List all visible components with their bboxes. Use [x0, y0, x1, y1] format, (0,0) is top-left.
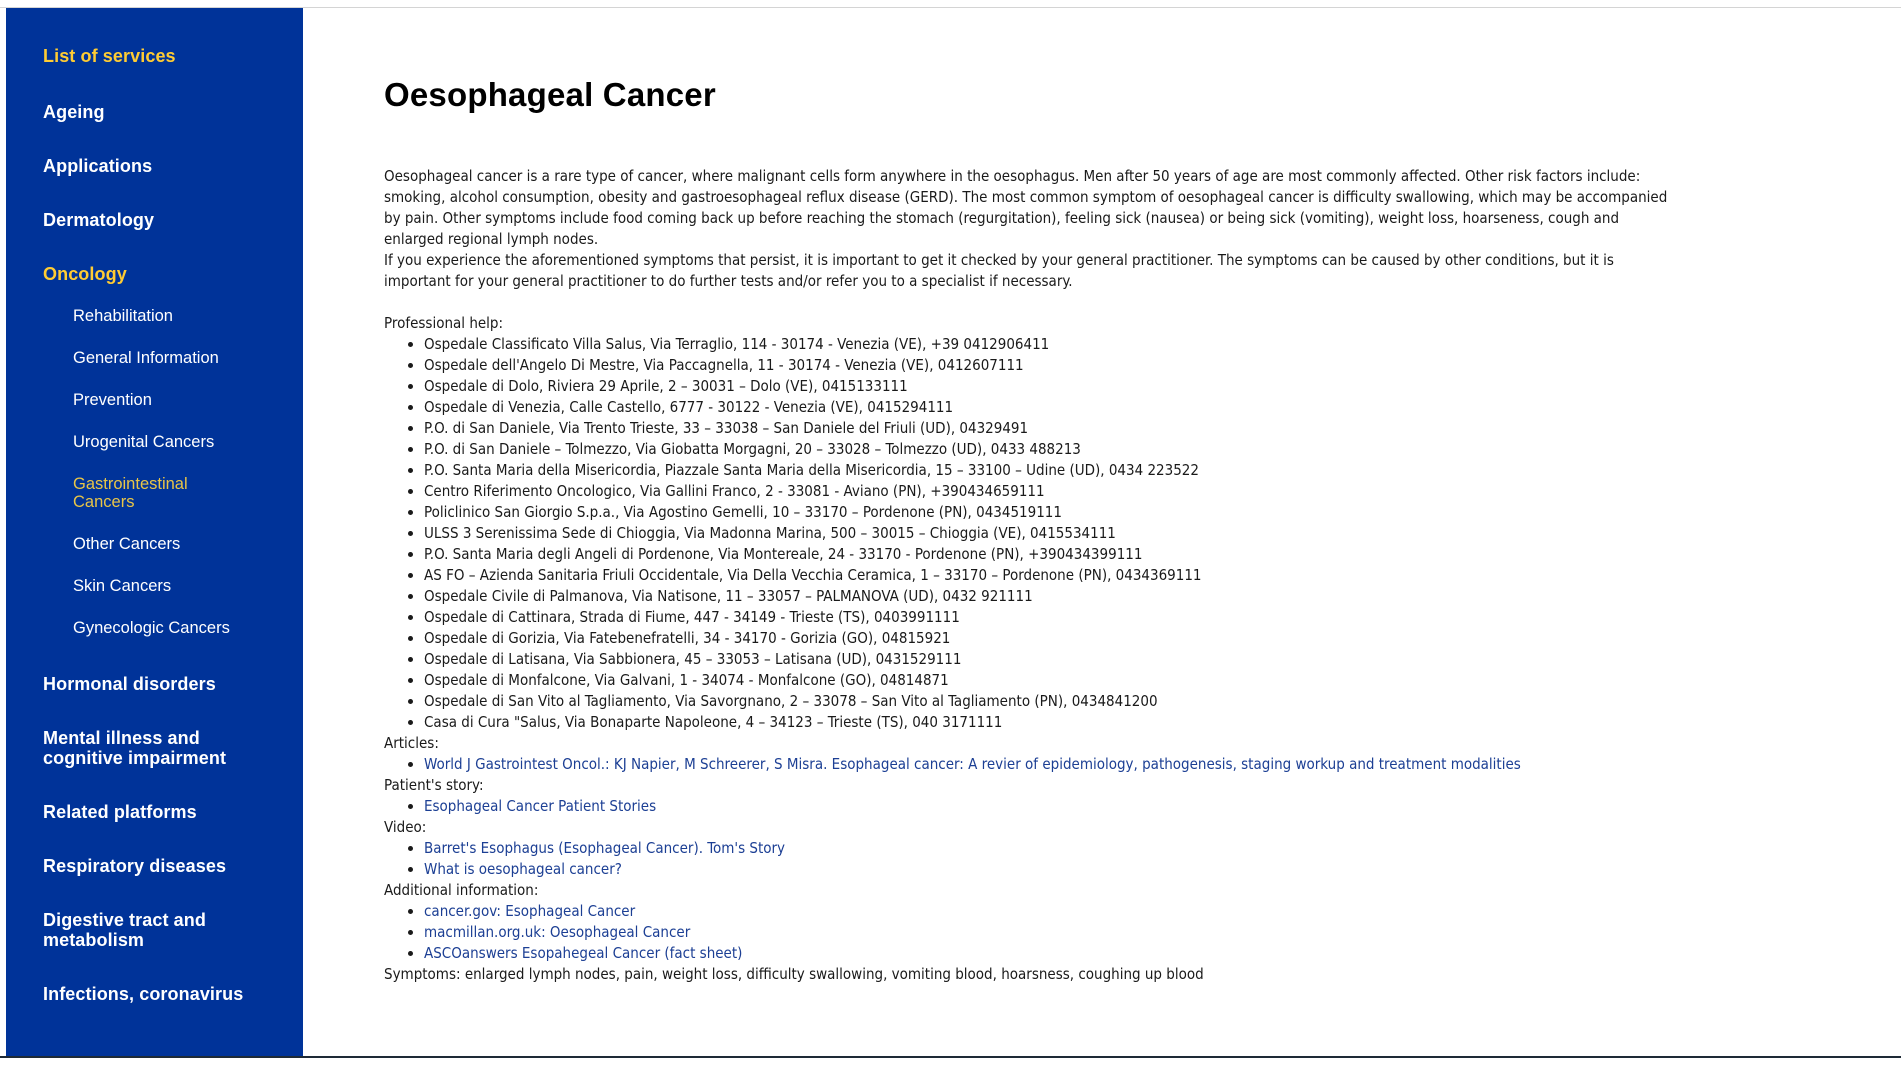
- hospital-list-item: AS FO – Azienda Sanitaria Friuli Occiden…: [424, 565, 1674, 586]
- patient-story-list: Esophageal Cancer Patient Stories: [384, 796, 1674, 817]
- link-list-item: What is oesophageal cancer?: [424, 859, 1674, 880]
- oncology-submenu: Rehabilitation General Information Preve…: [43, 307, 303, 637]
- link-list-item: ASCOanswers Esopahegeal Cancer (fact she…: [424, 943, 1674, 964]
- additional-info-label: Additional information:: [384, 881, 539, 899]
- hospital-list-item: Centro Riferimento Oncologico, Via Galli…: [424, 481, 1674, 502]
- symptoms-summary: Symptoms: enlarged lymph nodes, pain, we…: [384, 965, 1204, 983]
- hospital-list-item: ULSS 3 Serenissima Sede di Chioggia, Via…: [424, 523, 1674, 544]
- sidebar-item-applications[interactable]: Applications: [43, 156, 303, 176]
- advice-paragraph: If you experience the aforementioned sym…: [384, 251, 1614, 290]
- resource-link[interactable]: Esophageal Cancer Patient Stories: [424, 797, 656, 815]
- resource-link[interactable]: ASCOanswers Esopahegeal Cancer (fact she…: [424, 944, 742, 962]
- sidebar-subitem-general-information[interactable]: General Information: [73, 349, 233, 367]
- hospital-list-item: Ospedale Civile di Palmanova, Via Natiso…: [424, 586, 1674, 607]
- hospital-list-item: P.O. Santa Maria degli Angeli di Pordeno…: [424, 544, 1674, 565]
- hospital-list-item: P.O. di San Daniele – Tolmezzo, Via Giob…: [424, 439, 1674, 460]
- sidebar-title-list-of-services[interactable]: List of services: [43, 46, 303, 66]
- hospital-list-item: Ospedale di Latisana, Via Sabbionera, 45…: [424, 649, 1674, 670]
- sidebar-item-infections-coronavirus[interactable]: Infections, coronavirus: [43, 984, 303, 1004]
- link-list-item: Barret's Esophagus (Esophageal Cancer). …: [424, 838, 1674, 859]
- sidebar-item-oncology[interactable]: Oncology: [43, 264, 303, 284]
- hospital-list-item: Casa di Cura "Salus, Via Bonaparte Napol…: [424, 712, 1674, 733]
- sidebar-item-related-platforms[interactable]: Related platforms: [43, 802, 303, 822]
- articles-label: Articles:: [384, 734, 439, 752]
- sidebar-item-hormonal-disorders[interactable]: Hormonal disorders: [43, 674, 303, 694]
- link-list-item: World J Gastrointest Oncol.: KJ Napier, …: [424, 754, 1674, 775]
- intro-paragraph: Oesophageal cancer is a rare type of can…: [384, 167, 1668, 248]
- resource-link[interactable]: World J Gastrointest Oncol.: KJ Napier, …: [424, 755, 1521, 773]
- link-list-item: cancer.gov: Esophageal Cancer: [424, 901, 1674, 922]
- sidebar-subitem-gastrointestinal-cancers[interactable]: Gastrointestinal Cancers: [73, 475, 233, 511]
- hospital-list-item: Ospedale di Monfalcone, Via Galvani, 1 -…: [424, 670, 1674, 691]
- sidebar-item-digestive-tract[interactable]: Digestive tract and metabolism: [43, 910, 223, 950]
- hospital-list-item: Policlinico San Giorgio S.p.a., Via Agos…: [424, 502, 1674, 523]
- main-content: Oesophageal Cancer Oesophageal cancer is…: [384, 70, 1684, 985]
- sidebar-subitem-gynecologic-cancers[interactable]: Gynecologic Cancers: [73, 619, 233, 637]
- sidebar-item-mental-illness[interactable]: Mental illness and cognitive impairment: [43, 728, 243, 768]
- sidebar-item-respiratory-diseases[interactable]: Respiratory diseases: [43, 856, 303, 876]
- professional-help-label: Professional help:: [384, 314, 504, 332]
- additional-info-list: cancer.gov: Esophageal Cancer macmillan.o…: [384, 901, 1674, 964]
- professional-help-list: Ospedale Classificato Villa Salus, Via T…: [384, 334, 1674, 733]
- hospital-list-item: Ospedale di Dolo, Riviera 29 Aprile, 2 –…: [424, 376, 1674, 397]
- page-title: Oesophageal Cancer: [384, 76, 716, 113]
- hospital-list-item: P.O. di San Daniele, Via Trento Trieste,…: [424, 418, 1674, 439]
- articles-list: World J Gastrointest Oncol.: KJ Napier, …: [384, 754, 1674, 775]
- bottom-divider: [0, 1056, 1901, 1058]
- hospital-list-item: Ospedale di Venezia, Calle Castello, 677…: [424, 397, 1674, 418]
- sidebar-subitem-prevention[interactable]: Prevention: [73, 391, 233, 409]
- resource-link[interactable]: What is oesophageal cancer?: [424, 860, 622, 878]
- video-list: Barret's Esophagus (Esophageal Cancer). …: [384, 838, 1674, 880]
- resource-link[interactable]: cancer.gov: Esophageal Cancer: [424, 902, 635, 920]
- hospital-list-item: Ospedale di Gorizia, Via Fatebenefratell…: [424, 628, 1674, 649]
- link-list-item: Esophageal Cancer Patient Stories: [424, 796, 1674, 817]
- article-body: Oesophageal cancer is a rare type of can…: [384, 166, 1674, 985]
- hospital-list-item: Ospedale di Cattinara, Strada di Fiume, …: [424, 607, 1674, 628]
- link-list-item: macmillan.org.uk: Oesophageal Cancer: [424, 922, 1674, 943]
- video-label: Video:: [384, 818, 427, 836]
- hospital-list-item: Ospedale Classificato Villa Salus, Via T…: [424, 334, 1674, 355]
- hospital-list-item: Ospedale di San Vito al Tagliamento, Via…: [424, 691, 1674, 712]
- sidebar-subitem-other-cancers[interactable]: Other Cancers: [73, 535, 233, 553]
- sidebar-subitem-urogenital-cancers[interactable]: Urogenital Cancers: [73, 433, 233, 451]
- sidebar-item-dermatology[interactable]: Dermatology: [43, 210, 303, 230]
- patient-story-label: Patient's story:: [384, 776, 484, 794]
- sidebar-item-ageing[interactable]: Ageing: [43, 102, 303, 122]
- sidebar-subitem-skin-cancers[interactable]: Skin Cancers: [73, 577, 233, 595]
- sidebar-subitem-rehabilitation[interactable]: Rehabilitation: [73, 307, 233, 325]
- hospital-list-item: P.O. Santa Maria della Misericordia, Pia…: [424, 460, 1674, 481]
- resource-link[interactable]: macmillan.org.uk: Oesophageal Cancer: [424, 923, 690, 941]
- resource-link[interactable]: Barret's Esophagus (Esophageal Cancer). …: [424, 839, 785, 857]
- hospital-list-item: Ospedale dell'Angelo Di Mestre, Via Pacc…: [424, 355, 1674, 376]
- sidebar: List of services Ageing Applications Der…: [6, 8, 303, 1056]
